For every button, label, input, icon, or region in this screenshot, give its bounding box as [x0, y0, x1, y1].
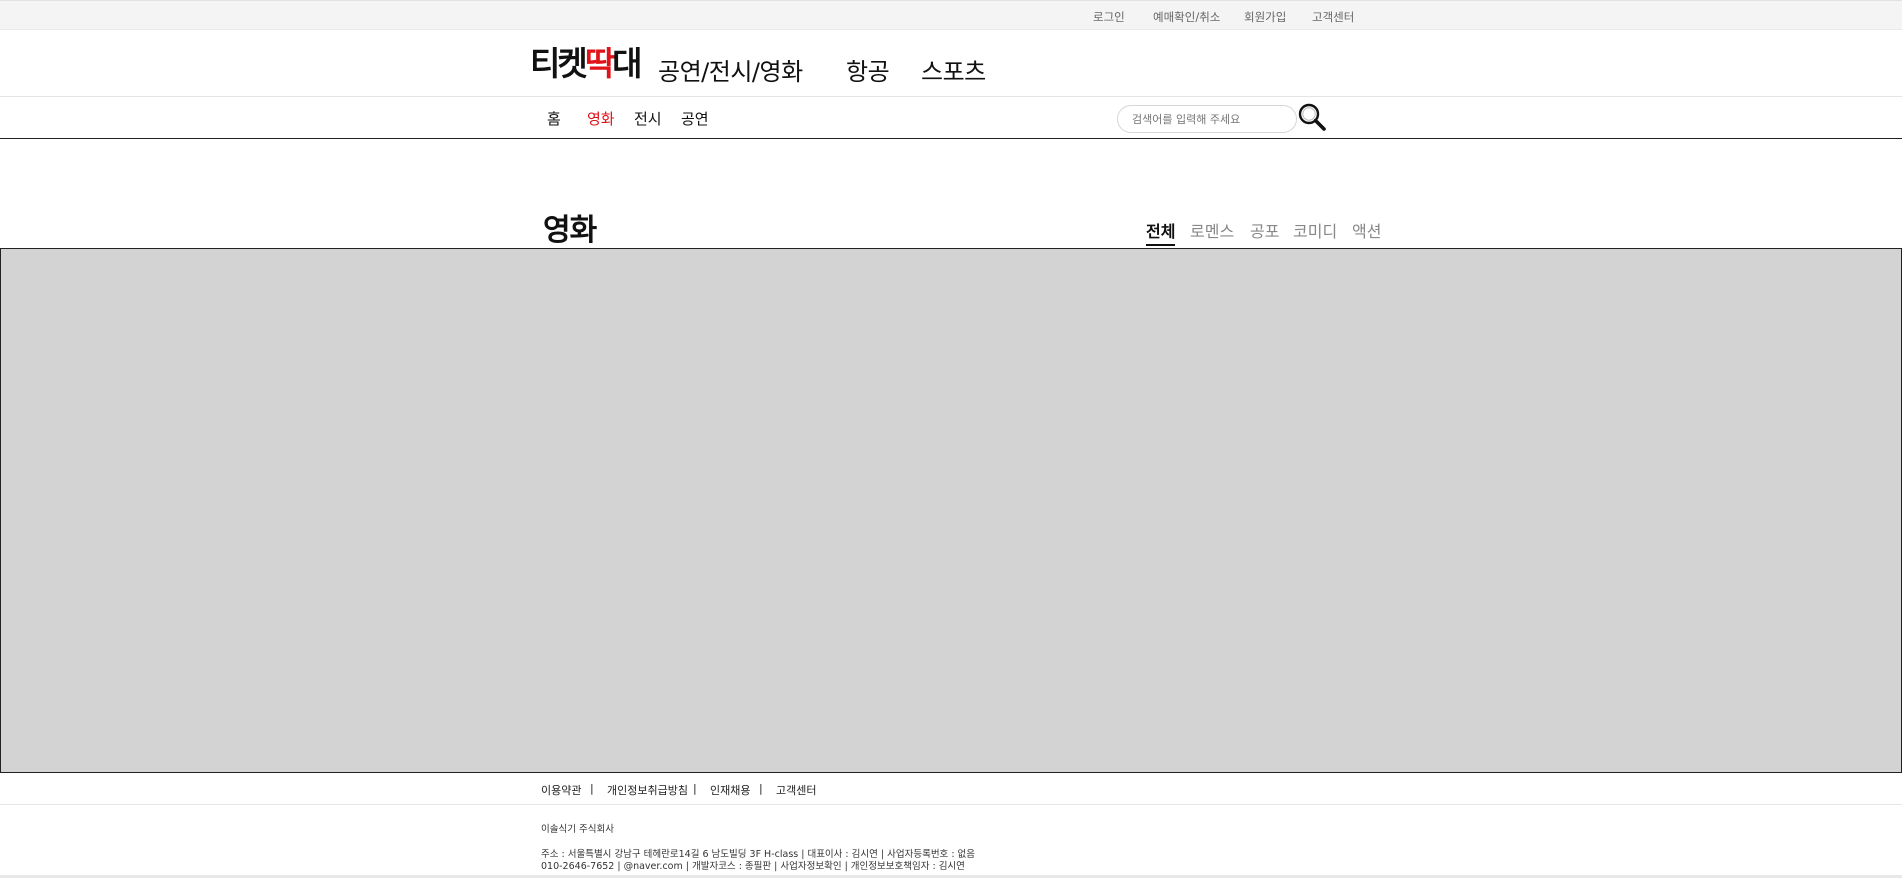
main-nav-performance[interactable]: 공연/전시/영화 — [658, 52, 803, 87]
footer-terms-link[interactable]: 이용약관 — [541, 782, 581, 798]
tab-all[interactable]: 전체 — [1146, 218, 1176, 246]
logo-text-dae: 대 — [612, 44, 642, 83]
tab-comedy[interactable]: 코미디 — [1293, 218, 1337, 242]
subnav-exhibition[interactable]: 전시 — [634, 108, 662, 129]
sub-nav: 홈 영화 전시 공연 — [0, 97, 1902, 139]
tab-action[interactable]: 액션 — [1352, 218, 1381, 242]
content-area — [0, 248, 1902, 773]
tab-romance[interactable]: 로멘스 — [1190, 218, 1234, 242]
main-nav-sports[interactable]: 스포츠 — [921, 52, 986, 87]
utility-bar: 로그인 예매확인/취소 회원가입 고객센터 — [0, 0, 1902, 30]
footer-separator: | — [693, 782, 697, 795]
support-link[interactable]: 고객센터 — [1312, 9, 1354, 25]
tab-horror[interactable]: 공포 — [1250, 218, 1279, 242]
company-name: 이솔식기 주식회사 — [541, 824, 614, 835]
logo-text-ticket: 티켓 — [530, 44, 588, 83]
subnav-home[interactable]: 홈 — [547, 108, 561, 129]
footer-separator: | — [759, 782, 763, 795]
main-nav-flight[interactable]: 항공 — [846, 52, 890, 87]
reservation-link[interactable]: 예매확인/취소 — [1153, 9, 1220, 25]
footer-info: 이솔식기 주식회사 주소 : 서울특별시 강남구 테헤란로14길 6 남도빌딩 … — [0, 805, 1902, 878]
page-title: 영화 — [543, 213, 597, 248]
signup-link[interactable]: 회원가입 — [1244, 9, 1286, 25]
subnav-performance[interactable]: 공연 — [681, 108, 709, 129]
main-header: 티켓 딱 대 공연/전시/영화 항공 스포츠 — [0, 30, 1902, 97]
search-input[interactable] — [1117, 105, 1297, 133]
footer-separator: | — [590, 782, 594, 795]
login-link[interactable]: 로그인 — [1093, 9, 1125, 25]
search-button[interactable] — [1296, 101, 1328, 133]
subnav-movie[interactable]: 영화 — [587, 108, 615, 129]
footer-privacy-link[interactable]: 개인정보취급방침 — [607, 782, 688, 798]
site-logo[interactable]: 티켓 딱 대 — [530, 44, 643, 83]
company-contact: 010-2646-7652 | @naver.com | 개발자코스 : 종필판… — [541, 861, 965, 872]
magnifier-icon — [1298, 103, 1326, 131]
footer-careers-link[interactable]: 인재채용 — [710, 782, 750, 798]
logo-text-ttak: 딱 — [584, 44, 615, 83]
footer-links: 이용약관 | 개인정보취급방침 | 인재채용 | 고객센터 — [0, 773, 1902, 805]
footer-support-link[interactable]: 고객센터 — [776, 782, 816, 798]
